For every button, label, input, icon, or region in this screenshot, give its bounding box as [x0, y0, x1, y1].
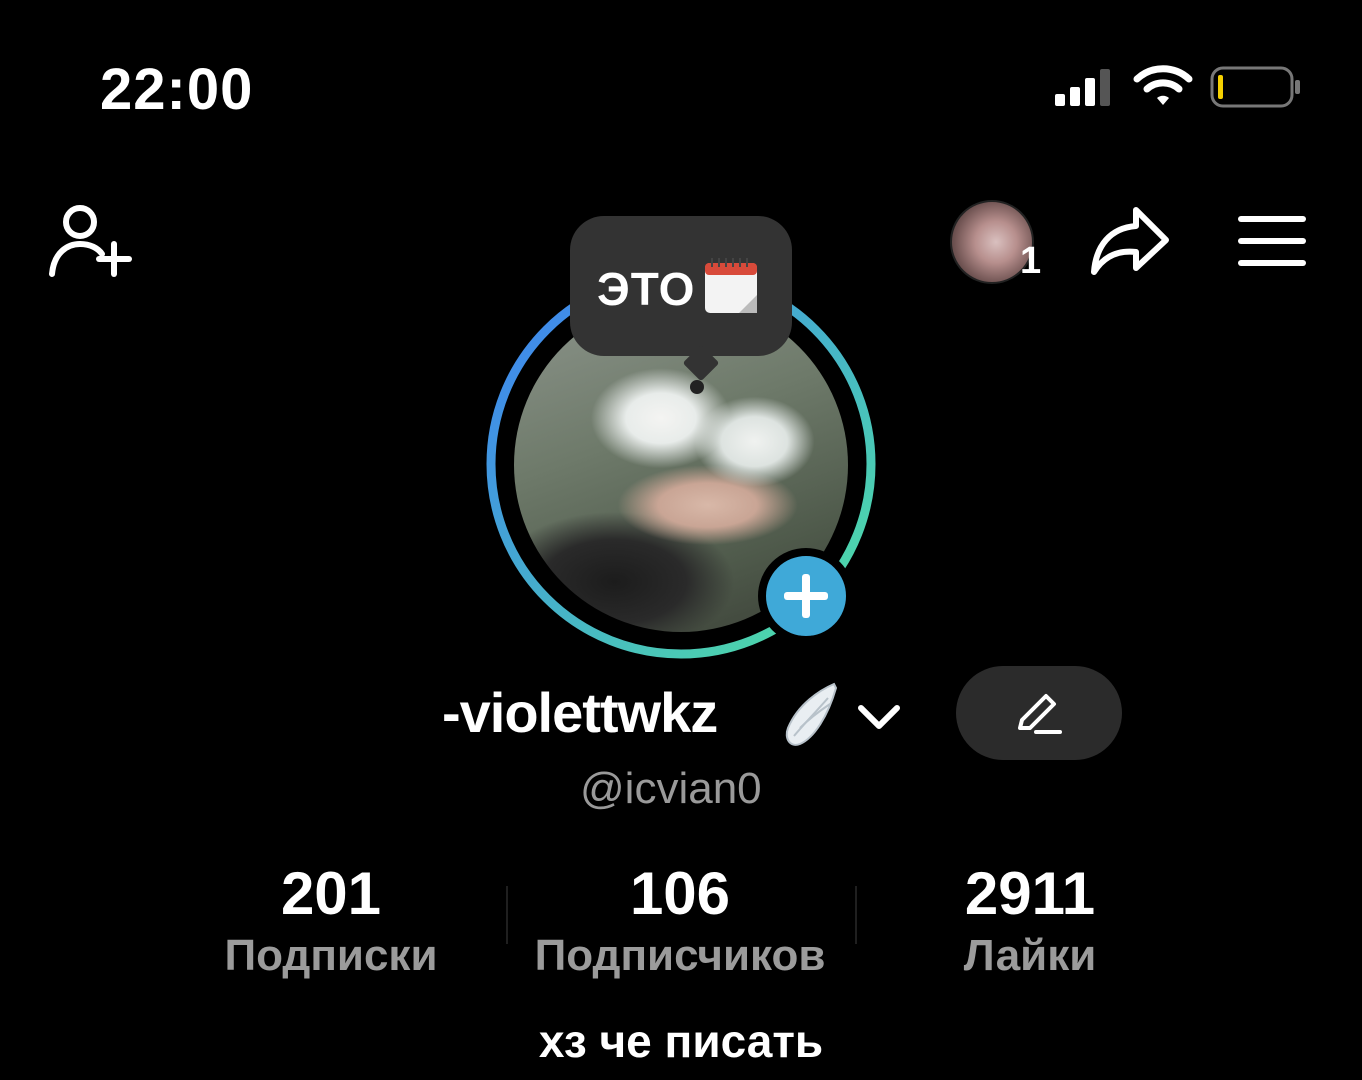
calendar-icon: [705, 258, 757, 313]
stat-value: 2911: [964, 860, 1096, 927]
chevron-down-icon[interactable]: [856, 700, 902, 732]
add-friend-icon[interactable]: [48, 202, 134, 280]
wing-emoji-icon: [785, 682, 838, 746]
add-story-button[interactable]: [758, 548, 854, 644]
stat-divider: [506, 886, 508, 944]
stat-value: 201: [280, 860, 382, 927]
note-bubble-dot: [690, 380, 704, 394]
note-text: ЭТО: [597, 263, 696, 315]
menu-icon[interactable]: [1238, 214, 1306, 268]
battery-icon: [1210, 66, 1300, 108]
cellular-signal-icon: [1055, 69, 1110, 106]
stat-label: Подписки: [224, 931, 438, 980]
stat-followers[interactable]: 106 Подписчиков: [520, 862, 840, 984]
stat-value: 106: [629, 860, 731, 927]
stat-divider: [855, 886, 857, 944]
friend-count-badge: 1: [1020, 240, 1042, 282]
edit-profile-button[interactable]: [956, 666, 1122, 760]
pencil-icon: [1018, 694, 1062, 734]
stat-likes[interactable]: 2911 Лайки: [920, 862, 1140, 984]
stat-label: Подписчиков: [534, 931, 826, 980]
status-time: 22:00: [100, 57, 254, 122]
wifi-icon: [1133, 65, 1193, 105]
profile-bio: хз че писать: [538, 1015, 824, 1067]
stat-label: Лайки: [963, 931, 1097, 980]
stat-following[interactable]: 201 Подписки: [200, 862, 462, 984]
share-icon[interactable]: [1090, 204, 1172, 278]
username-handle: @icvian0: [580, 764, 762, 813]
display-name: -violettwkz: [442, 681, 718, 744]
